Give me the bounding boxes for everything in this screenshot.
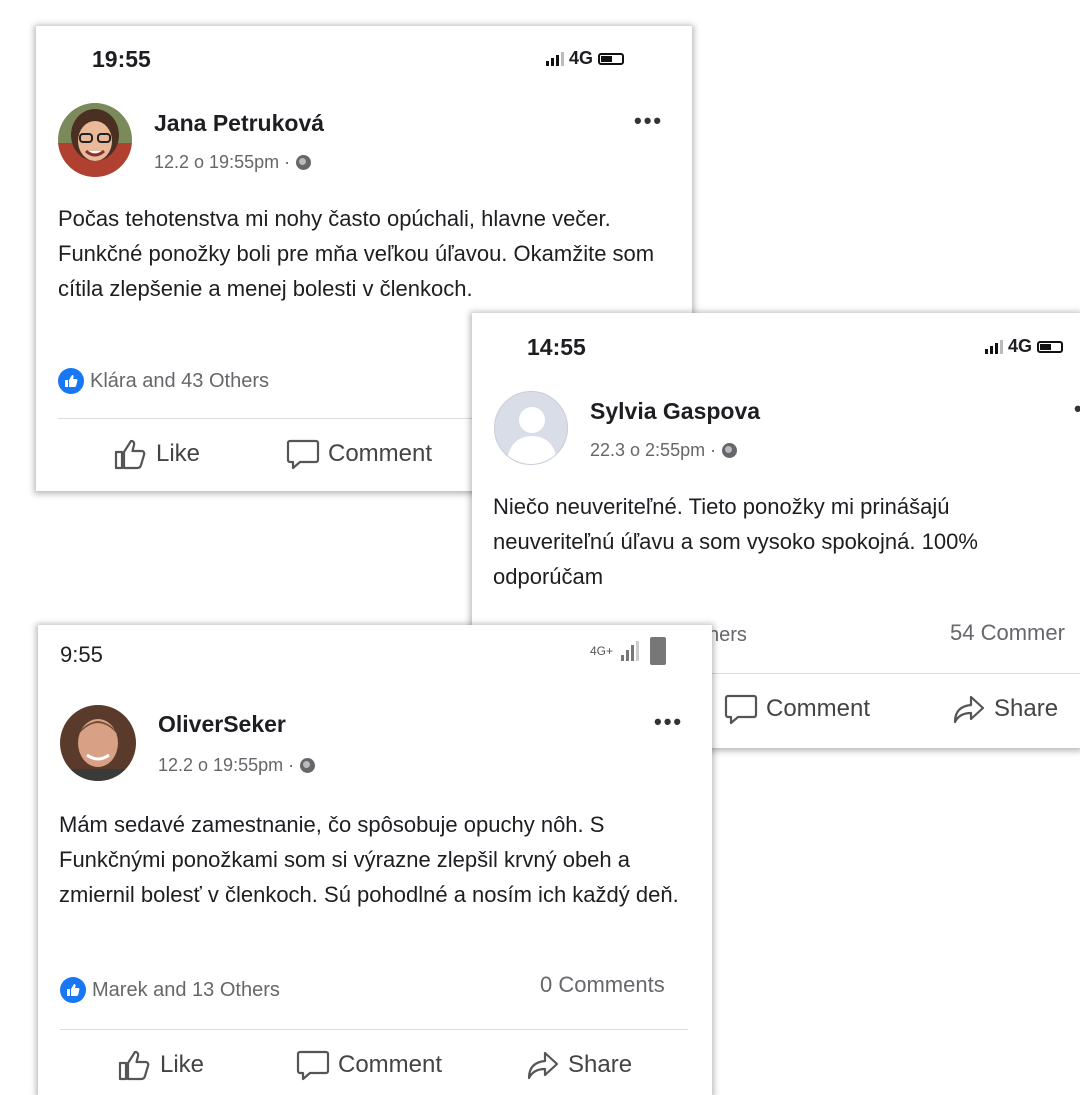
status-time: 19:55 xyxy=(92,46,151,72)
post-date: 12.2 o 19:55pm · xyxy=(154,152,312,173)
comment-button[interactable]: Comment xyxy=(296,1049,442,1081)
globe-icon xyxy=(722,443,738,458)
comment-icon xyxy=(724,694,758,725)
status-time: 14:55 xyxy=(527,334,586,360)
reactions-text: hers xyxy=(708,624,747,646)
comment-label: Comment xyxy=(328,440,433,467)
post-card-oliver: 9:55 4G+ OliverSeker 12.2 o 19:55pm · ••… xyxy=(38,625,712,1095)
like-reaction-icon xyxy=(60,977,86,1003)
reactions-text: Klára and 43 Others xyxy=(90,369,269,392)
like-label: Like xyxy=(160,1051,205,1078)
share-label: Share xyxy=(568,1051,633,1078)
default-user-icon xyxy=(507,407,557,464)
post-date-text: 12.2 o 19:55pm · xyxy=(158,755,295,775)
post-date: 12.2 o 19:55pm · xyxy=(158,755,316,776)
post-text: Niečo neuveriteľné. Tieto ponožky mi pri… xyxy=(493,494,978,589)
divider xyxy=(60,1029,688,1030)
reactions-text: Marek and 13 Others xyxy=(92,978,280,1001)
comments-count[interactable]: 0 Comments xyxy=(540,972,665,998)
reactions-summary[interactable]: Klára and 43 Others xyxy=(58,368,269,394)
comments-count[interactable]: 54 Commer xyxy=(950,620,1065,646)
avatar[interactable] xyxy=(60,705,136,781)
globe-icon xyxy=(296,155,312,170)
status-icons: 4G+ xyxy=(590,637,666,665)
battery-icon xyxy=(650,637,666,665)
author-name[interactable]: Jana Petruková xyxy=(154,110,324,137)
globe-icon xyxy=(300,758,316,773)
comment-icon xyxy=(296,1050,330,1081)
status-time: 9:55 xyxy=(60,642,103,667)
comment-label: Comment xyxy=(766,695,871,722)
comment-icon xyxy=(286,439,320,470)
like-reaction-icon xyxy=(58,368,84,394)
share-icon xyxy=(953,695,985,724)
author-name[interactable]: Sylvia Gaspova xyxy=(590,398,760,425)
like-button[interactable]: Like xyxy=(118,1049,204,1081)
comment-button[interactable]: Comment xyxy=(286,438,432,470)
avatar-photo-icon xyxy=(58,103,132,177)
share-button[interactable]: Share xyxy=(952,693,1058,725)
share-button[interactable]: Share xyxy=(526,1049,632,1081)
share-icon xyxy=(527,1051,559,1080)
post-date-text: 22.3 o 2:55pm · xyxy=(590,440,717,460)
battery-icon xyxy=(598,52,625,65)
network-label: 4G xyxy=(1008,336,1033,356)
thumbs-up-icon xyxy=(118,1050,150,1081)
like-button[interactable]: Like xyxy=(114,438,200,470)
signal-icon xyxy=(546,51,564,66)
author-name[interactable]: OliverSeker xyxy=(158,711,286,738)
avatar-photo-icon xyxy=(60,705,136,781)
more-options-icon[interactable]: ••• xyxy=(1074,396,1080,422)
network-label: 4G xyxy=(569,48,594,68)
status-icons: 4G xyxy=(985,336,1064,357)
more-options-icon[interactable]: ••• xyxy=(634,108,663,134)
signal-icon xyxy=(985,339,1003,354)
signal-icon xyxy=(621,641,639,661)
more-options-icon[interactable]: ••• xyxy=(654,709,683,735)
reactions-summary[interactable]: Marek and 13 Others xyxy=(60,977,280,1003)
comment-label: Comment xyxy=(338,1051,443,1078)
post-text: Počas tehotenstva mi nohy často opúchali… xyxy=(58,206,655,301)
post-date: 22.3 o 2:55pm · xyxy=(590,440,738,461)
share-label: Share xyxy=(994,695,1059,722)
avatar[interactable] xyxy=(494,391,568,465)
avatar[interactable] xyxy=(58,103,132,177)
post-text: Mám sedavé zamestnanie, čo spôsobuje opu… xyxy=(59,812,679,907)
thumbs-up-icon xyxy=(114,439,146,470)
status-icons: 4G xyxy=(546,48,625,69)
network-label: 4G+ xyxy=(590,644,614,658)
reactions-summary[interactable]: hers xyxy=(708,624,747,647)
like-label: Like xyxy=(156,440,201,467)
comment-button[interactable]: Comment xyxy=(724,693,870,725)
post-date-text: 12.2 o 19:55pm · xyxy=(154,152,291,172)
battery-icon xyxy=(1037,340,1064,353)
